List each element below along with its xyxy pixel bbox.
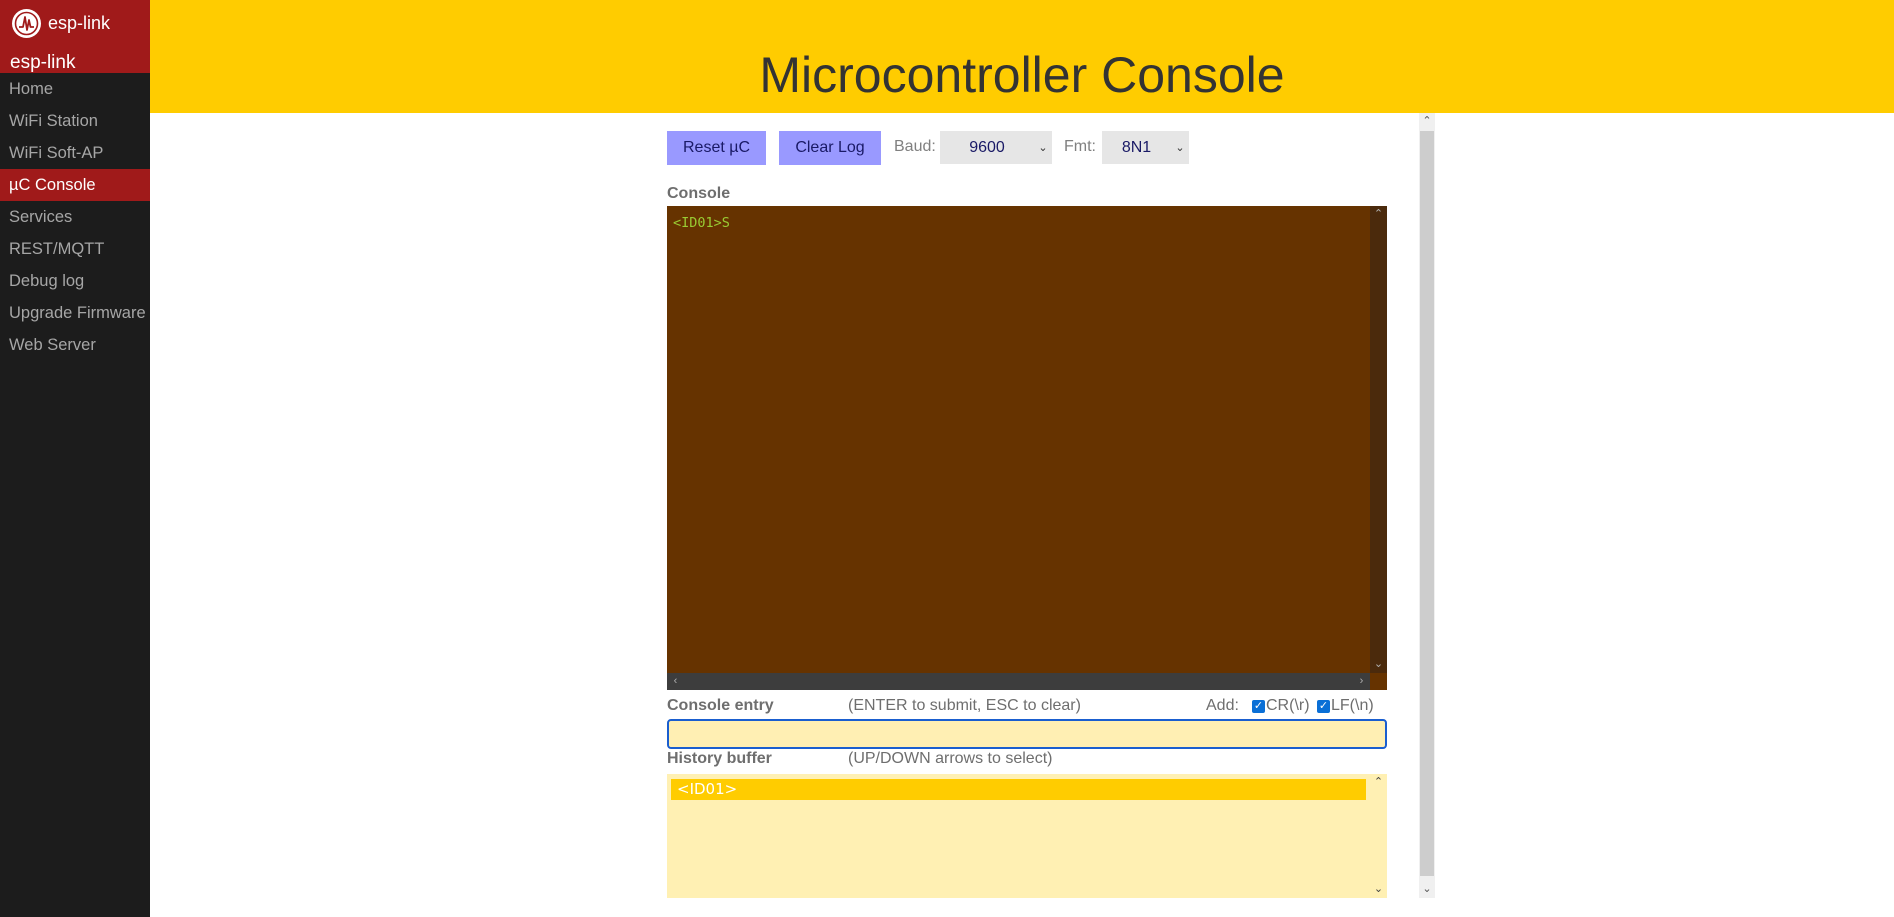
fmt-select[interactable]: 8N1 ⌄ bbox=[1102, 131, 1189, 164]
clear-log-button[interactable]: Clear Log bbox=[779, 131, 881, 165]
console-entry-input[interactable] bbox=[667, 719, 1387, 749]
cr-checkbox[interactable]: ✓ CR(\r) bbox=[1252, 697, 1310, 715]
sidebar: esp-link esp-link Home WiFi Station WiFi… bbox=[0, 0, 150, 917]
chevron-down-icon[interactable]: ⌄ bbox=[1419, 881, 1435, 898]
fmt-value: 8N1 bbox=[1121, 138, 1152, 156]
lf-checkbox[interactable]: ✓ LF(\n) bbox=[1317, 697, 1374, 715]
cr-label: CR(\r) bbox=[1266, 697, 1310, 714]
chevron-up-icon[interactable]: ⌃ bbox=[1419, 113, 1435, 130]
console-label: Console bbox=[667, 185, 731, 202]
lf-label: LF(\n) bbox=[1331, 697, 1374, 714]
sidebar-item-rest-mqtt[interactable]: REST/MQTT bbox=[0, 233, 150, 265]
brand-header: esp-link esp-link bbox=[0, 0, 150, 73]
history-buffer-hint: (UP/DOWN arrows to select) bbox=[848, 750, 1053, 767]
checkmark-icon[interactable]: ✓ bbox=[1317, 699, 1330, 713]
fmt-label: Fmt: bbox=[1064, 138, 1096, 155]
chevron-up-icon[interactable]: ⌃ bbox=[1370, 774, 1387, 791]
chevron-down-icon[interactable]: ⌄ bbox=[1370, 656, 1387, 673]
add-label: Add: bbox=[1206, 697, 1239, 714]
baud-value: 9600 bbox=[969, 138, 1005, 156]
baud-select[interactable]: 9600 ⌄ bbox=[940, 131, 1052, 164]
baud-label: Baud: bbox=[894, 138, 936, 155]
chevron-down-icon: ⌄ bbox=[1175, 142, 1185, 154]
console-horizontal-scrollbar[interactable]: ‹ › bbox=[667, 673, 1370, 690]
esp-link-logo-icon bbox=[12, 9, 41, 38]
console-entry-hint: (ENTER to submit, ESC to clear) bbox=[848, 697, 1081, 714]
console-vertical-scrollbar[interactable]: ⌃ ⌄ bbox=[1370, 206, 1387, 673]
history-buffer-label: History buffer bbox=[667, 750, 772, 767]
sidebar-item-debug-log[interactable]: Debug log bbox=[0, 265, 150, 297]
chevron-down-icon[interactable]: ⌄ bbox=[1370, 881, 1387, 898]
sidebar-item-uc-console[interactable]: µC Console bbox=[0, 169, 150, 201]
chevron-left-icon[interactable]: ‹ bbox=[667, 673, 684, 690]
brand-subtitle: esp-link bbox=[10, 52, 76, 73]
console-toolbar: Reset µC Clear Log Baud: 9600 ⌄ Fmt: 8N1… bbox=[667, 131, 1387, 165]
page-header: Microcontroller Console bbox=[150, 0, 1894, 113]
chevron-right-icon[interactable]: › bbox=[1353, 673, 1370, 690]
sidebar-item-wifi-station[interactable]: WiFi Station bbox=[0, 105, 150, 137]
console-entry-label: Console entry bbox=[667, 697, 774, 714]
history-buffer-list[interactable]: <ID01> ⌃ ⌄ bbox=[667, 774, 1387, 898]
sidebar-item-wifi-soft-ap[interactable]: WiFi Soft-AP bbox=[0, 137, 150, 169]
chevron-up-icon[interactable]: ⌃ bbox=[1370, 206, 1387, 223]
page-title: Microcontroller Console bbox=[759, 47, 1285, 103]
brand-name[interactable]: esp-link bbox=[48, 13, 110, 34]
sidebar-nav: Home WiFi Station WiFi Soft-AP µC Consol… bbox=[0, 73, 150, 361]
checkmark-icon[interactable]: ✓ bbox=[1252, 699, 1265, 713]
sidebar-item-web-server[interactable]: Web Server bbox=[0, 329, 150, 361]
history-item[interactable]: <ID01> bbox=[671, 779, 1366, 800]
sidebar-item-services[interactable]: Services bbox=[0, 201, 150, 233]
reset-uc-button[interactable]: Reset µC bbox=[667, 131, 766, 165]
chevron-down-icon: ⌄ bbox=[1038, 142, 1048, 154]
sidebar-item-home[interactable]: Home bbox=[0, 73, 150, 105]
console-output[interactable]: <ID01>S ⌃ ⌄ ‹ › bbox=[667, 206, 1387, 690]
sidebar-item-upgrade-firmware[interactable]: Upgrade Firmware bbox=[0, 297, 150, 329]
console-text: <ID01>S bbox=[673, 215, 730, 231]
page-scrollbar[interactable]: ⌃ ⌄ bbox=[1419, 113, 1435, 898]
page-scrollbar-thumb[interactable] bbox=[1420, 131, 1434, 876]
history-scrollbar[interactable]: ⌃ ⌄ bbox=[1370, 774, 1387, 898]
